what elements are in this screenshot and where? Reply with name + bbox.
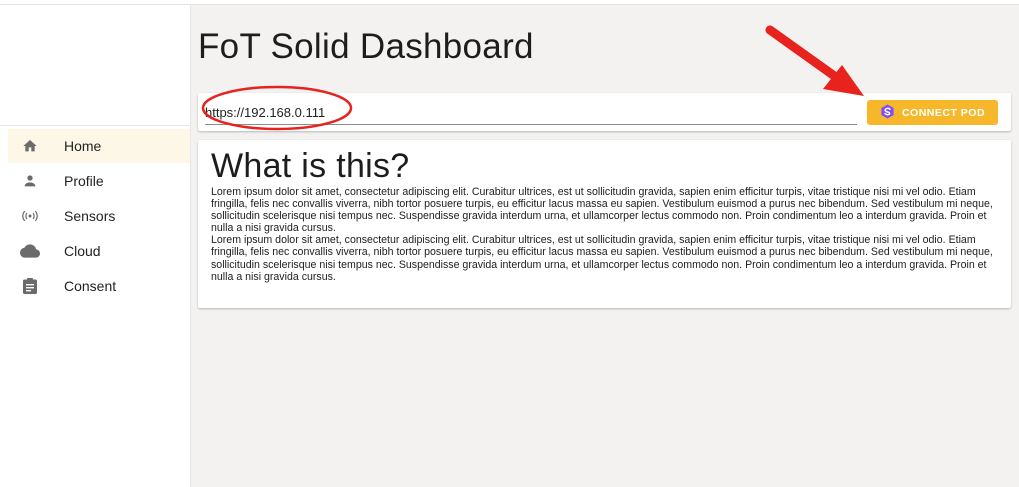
sidebar-item-profile[interactable]: Profile	[8, 164, 190, 198]
sidebar: Home Profile Sensors Cloud Consent	[0, 5, 191, 487]
sidebar-item-cloud[interactable]: Cloud	[8, 234, 190, 268]
home-icon	[18, 134, 42, 158]
info-heading: What is this?	[211, 147, 410, 185]
solid-logo-icon	[880, 103, 895, 122]
main-content: FoT Solid Dashboard CONNECT POD What is …	[191, 5, 1019, 487]
sidebar-item-home[interactable]: Home	[8, 129, 190, 163]
sensors-icon	[18, 204, 42, 228]
person-icon	[18, 169, 42, 193]
info-paragraph: Lorem ipsum dolor sit amet, consectetur …	[211, 234, 993, 283]
sidebar-item-label: Profile	[64, 173, 104, 189]
pod-connect-card: CONNECT POD	[198, 93, 1011, 131]
sidebar-item-label: Consent	[64, 278, 117, 294]
cloud-icon	[18, 239, 42, 263]
connect-pod-label: CONNECT POD	[901, 106, 986, 119]
connect-pod-button[interactable]: CONNECT POD	[867, 100, 998, 125]
info-card: What is this? Lorem ipsum dolor sit amet…	[198, 140, 1011, 308]
sidebar-divider	[0, 125, 190, 126]
pod-url-input[interactable]	[205, 102, 857, 125]
sidebar-item-sensors[interactable]: Sensors	[8, 199, 190, 233]
sidebar-item-label: Cloud	[64, 243, 101, 259]
page-title: FoT Solid Dashboard	[198, 27, 534, 66]
clipboard-icon	[18, 274, 42, 298]
sidebar-item-label: Sensors	[64, 208, 116, 224]
info-body: Lorem ipsum dolor sit amet, consectetur …	[211, 186, 1001, 283]
sidebar-item-consent[interactable]: Consent	[8, 269, 190, 303]
sidebar-item-label: Home	[64, 138, 102, 154]
info-paragraph: Lorem ipsum dolor sit amet, consectetur …	[211, 186, 993, 235]
